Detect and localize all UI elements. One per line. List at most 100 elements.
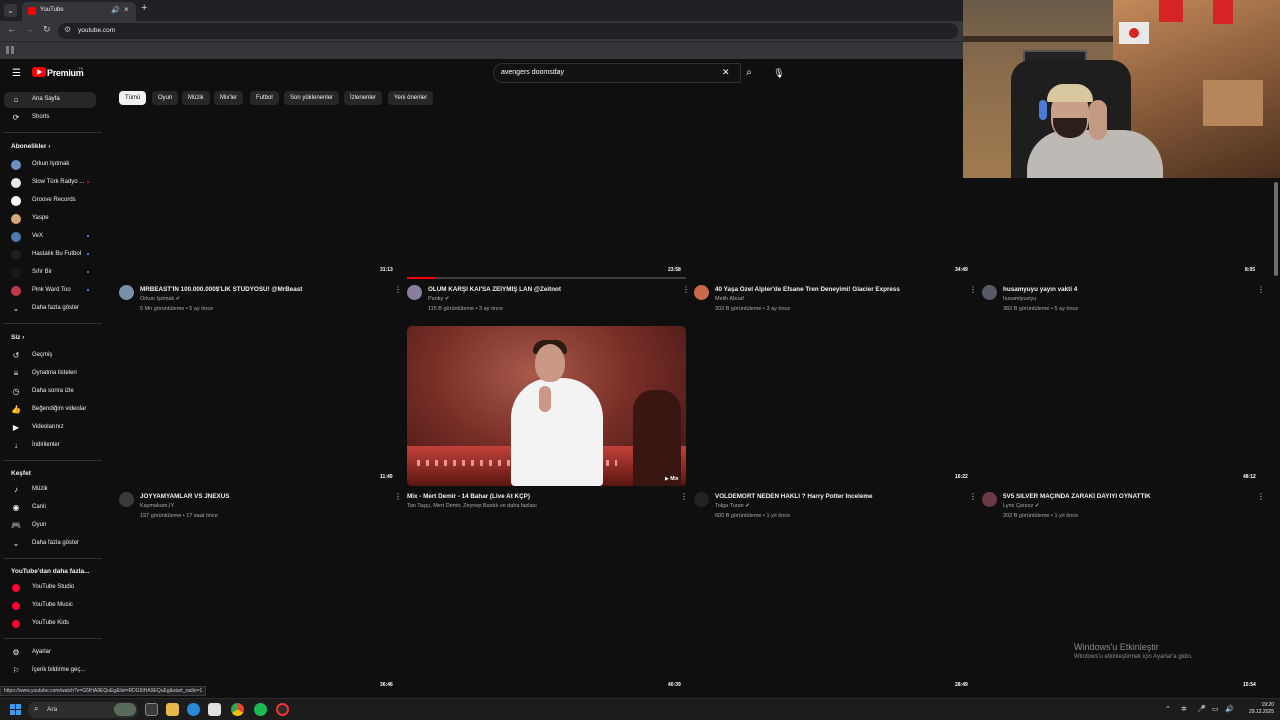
search-query[interactable]: avengers doomsday xyxy=(501,69,564,76)
subscriptions-header[interactable]: Abonelikler › xyxy=(11,143,50,150)
channel-avatar[interactable] xyxy=(119,492,134,507)
video-card[interactable]: 40 Yaşa Özel Alpler'de Efsane Tren Deney… xyxy=(694,285,977,321)
sidebar-item-playlists[interactable]: ≡ Oynatma listeleri xyxy=(4,366,96,382)
sidebar-item-history[interactable]: ↺ Geçmiş xyxy=(4,348,96,364)
sidebar-item-subscription[interactable]: Sıfır Bir xyxy=(4,265,96,281)
sidebar-item-youtube-music[interactable]: YouTube Music xyxy=(4,598,96,614)
weather-widget-icon[interactable] xyxy=(114,703,136,716)
chip-gaming[interactable]: Oyun xyxy=(152,91,179,105)
channel-avatar[interactable] xyxy=(694,285,709,300)
video-thumbnail-mix[interactable]: ▶ Mix xyxy=(407,326,686,486)
video-title[interactable]: JOYYAMYAMLAR VS JNEXUS xyxy=(140,493,385,500)
scrollbar-thumb[interactable] xyxy=(1274,182,1278,276)
sidebar-item-report-history[interactable]: ⚐ İçerik bildirme geç... xyxy=(4,663,96,679)
sidebar-item-subscription[interactable]: Hastalık Bu Futbol xyxy=(4,247,96,263)
chip-football[interactable]: Futbol xyxy=(250,91,279,105)
more-options-icon[interactable]: ⋮ xyxy=(680,492,688,501)
sidebar-item-youtube-studio[interactable]: YouTube Studio xyxy=(4,580,96,596)
channel-name[interactable]: Kaymakam,IY xyxy=(140,503,174,509)
more-options-icon[interactable]: ⋮ xyxy=(969,492,977,501)
file-explorer-icon[interactable] xyxy=(166,703,179,716)
channel-name[interactable]: Melih Abuaf xyxy=(715,296,744,302)
video-title[interactable]: husamyuyu yayın vakti 4 xyxy=(1003,286,1248,293)
chip-recently-uploaded[interactable]: Son yüklenenler xyxy=(284,91,340,105)
you-header[interactable]: Siz › xyxy=(11,334,24,341)
sidebar-item-subscription[interactable]: Groove Records xyxy=(4,193,96,209)
new-tab-button[interactable]: + xyxy=(141,2,147,14)
speaker-icon[interactable]: 🔊 xyxy=(111,6,120,14)
sidebar-show-more-subs[interactable]: ⌄ Daha fazla göster xyxy=(4,301,96,317)
sidebar-item-liked[interactable]: 👍 Beğendiğim videolar xyxy=(4,402,96,418)
sidebar-item-music[interactable]: ♪ Müzik xyxy=(4,482,96,498)
video-card[interactable]: Mix - Mert Demir - 14 Bahar (Live At KÇP… xyxy=(386,492,688,528)
video-card[interactable]: MRBEAST'İN 100.000.000$'LIK STÜDYOSU! @M… xyxy=(119,285,402,321)
tray-mic-icon[interactable]: 🎤 xyxy=(1197,705,1206,713)
chip-new-to-you[interactable]: Yeni öneriler xyxy=(388,91,434,105)
chip-all[interactable]: Tümü xyxy=(119,91,147,105)
sidebar-item-settings[interactable]: ⚙ Ayarlar xyxy=(4,645,96,661)
back-icon[interactable]: ← xyxy=(7,24,16,34)
video-title[interactable]: VOLDEMORT NEDEN HAKLI ? Harry Potter İnc… xyxy=(715,493,960,500)
channel-name[interactable]: Panky ✔ xyxy=(428,296,449,302)
sidebar-item-live[interactable]: ◉ Canlı xyxy=(4,500,96,516)
video-card[interactable]: husamyuyu yayın vakti 4 husamlyuviyu 382… xyxy=(982,285,1265,321)
tray-display-icon[interactable]: ▭ xyxy=(1212,705,1219,713)
more-options-icon[interactable]: ⋮ xyxy=(394,285,402,294)
sidebar-item-subscription[interactable]: VeX xyxy=(4,229,96,245)
channel-name[interactable]: husamlyuviyu xyxy=(1003,296,1036,302)
voice-search-button[interactable]: 🎙 xyxy=(770,64,788,82)
menu-icon[interactable]: ☰ xyxy=(12,68,21,79)
channel-name[interactable]: Orkun Işıtmak ✔ xyxy=(140,296,180,302)
sidebar-item-your-videos[interactable]: ▶ Videolarınız xyxy=(4,420,96,436)
sidebar-item-subscription[interactable]: Orkun Işıtmak xyxy=(4,157,96,173)
chip-mixes[interactable]: Mix'ler xyxy=(214,91,244,105)
search-button[interactable]: ⌕ xyxy=(738,63,760,83)
sidebar-item-downloads[interactable]: ↓ İndirilenler xyxy=(4,438,96,454)
video-card[interactable]: OLUM KARŞI KAI'SA ZEİYMİŞ LAN @Zeitnot P… xyxy=(407,285,690,321)
chip-music[interactable]: Müzik xyxy=(182,91,210,105)
browser-tab[interactable]: YouTube 🔊 × xyxy=(22,2,136,21)
video-title[interactable]: 40 Yaşa Özel Alpler'de Efsane Tren Deney… xyxy=(715,286,960,293)
more-options-icon[interactable]: ⋮ xyxy=(1257,285,1265,294)
more-options-icon[interactable]: ⋮ xyxy=(969,285,977,294)
obs-icon[interactable] xyxy=(276,703,289,716)
sidebar-item-shorts[interactable]: ⟳ Shorts xyxy=(4,110,96,126)
search-input[interactable]: avengers doomsday ✕ xyxy=(493,63,741,83)
sidebar-item-youtube-kids[interactable]: YouTube Kids xyxy=(4,616,96,632)
video-card[interactable]: JOYYAMYAMLAR VS JNEXUS Kaymakam,IY 197 g… xyxy=(119,492,402,528)
channel-avatar[interactable] xyxy=(119,285,134,300)
chrome-icon[interactable] xyxy=(231,703,244,716)
video-card[interactable]: VOLDEMORT NEDEN HAKLI ? Harry Potter İnc… xyxy=(694,492,977,528)
store-icon[interactable] xyxy=(208,703,221,716)
channel-avatar[interactable] xyxy=(407,285,422,300)
more-options-icon[interactable]: ⋮ xyxy=(1257,492,1265,501)
address-bar[interactable]: ⚙ youtube.com xyxy=(58,23,958,39)
tray-settings-icon[interactable]: ✲ xyxy=(1181,705,1187,713)
sidebar-item-subscription[interactable]: Yaspe xyxy=(4,211,96,227)
page-scrollbar[interactable] xyxy=(1272,178,1280,698)
more-options-icon[interactable]: ⋮ xyxy=(682,285,690,294)
close-tab-icon[interactable]: × xyxy=(124,5,129,14)
reload-icon[interactable]: ↻ xyxy=(43,24,51,35)
taskbar-clock[interactable]: 19:20 29.12.2025 xyxy=(1236,702,1274,716)
youtube-logo-icon[interactable] xyxy=(32,67,46,77)
chip-watched[interactable]: İzlenenler xyxy=(344,91,383,105)
sidebar-show-more-explore[interactable]: ⌄ Daha fazla göster xyxy=(4,536,96,552)
channel-name[interactable]: Lynx Çerezz ✔ xyxy=(1003,503,1040,509)
forward-icon[interactable]: → xyxy=(25,24,34,34)
sidebar-item-subscription[interactable]: Slow Türk Radyo ... xyxy=(4,175,96,191)
clear-search-icon[interactable]: ✕ xyxy=(722,67,730,78)
apps-grid-icon[interactable] xyxy=(6,46,14,54)
video-title[interactable]: OLUM KARŞI KAI'SA ZEİYMİŞ LAN @Zeitnot xyxy=(428,286,673,293)
task-view-icon[interactable] xyxy=(145,703,158,716)
channel-avatar[interactable] xyxy=(982,285,997,300)
sidebar-item-home[interactable]: ⌂ Ana Sayfa xyxy=(4,92,96,108)
site-info-icon[interactable]: ⚙ xyxy=(64,25,71,34)
spotify-icon[interactable] xyxy=(254,703,267,716)
channel-avatar[interactable] xyxy=(694,492,709,507)
sidebar-item-subscription[interactable]: Pink Ward Too xyxy=(4,283,96,299)
windows-start-icon[interactable] xyxy=(10,704,21,715)
channel-name[interactable]: Tolga Turan ✔ xyxy=(715,503,750,509)
channel-avatar[interactable] xyxy=(982,492,997,507)
video-card[interactable]: 5V5 SILVER MAÇINDA ZARAKİ DAYIYI OYNATTI… xyxy=(982,492,1265,528)
